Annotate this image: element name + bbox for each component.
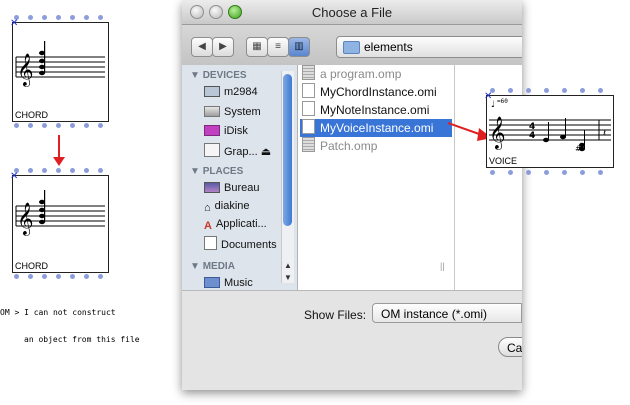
hard-disk-icon xyxy=(204,106,220,117)
svg-text:𝄽: 𝄽 xyxy=(603,128,606,139)
document-icon xyxy=(302,83,315,98)
chord-top-x-icon: ✕ xyxy=(10,18,19,29)
path-popup[interactable]: elements xyxy=(336,36,522,58)
sidebar-devices-header[interactable]: ▼ DEVICES xyxy=(190,70,247,81)
chord-bottom-inlets[interactable] xyxy=(14,168,109,174)
path-popup-label: elements xyxy=(364,40,413,54)
scroll-up-icon[interactable]: ▲ xyxy=(284,261,292,270)
voice-tempo: =60 xyxy=(497,98,508,105)
file-item-selected[interactable]: MyVoiceInstance.omi xyxy=(300,119,452,137)
home-icon: ⌂ xyxy=(204,202,211,214)
dialog-title: Choose a File xyxy=(311,5,393,20)
error-line-2: an object from this file xyxy=(24,335,140,344)
error-line-1: OM > I can not construct xyxy=(0,308,116,317)
sidebar-item-documents[interactable]: Documents xyxy=(204,236,277,251)
error-message: OM > I can not construct an object from … xyxy=(0,290,140,353)
sidebar-item-idisk[interactable]: iDisk xyxy=(204,125,248,137)
chord-bottom-staff: 𝄞 xyxy=(15,190,105,236)
show-files-select[interactable]: OM instance (*.omi) xyxy=(372,303,522,323)
chord-top-outlets[interactable] xyxy=(14,123,109,129)
show-files-label: Show Files: xyxy=(304,308,367,322)
icon-view-button[interactable]: ▦ xyxy=(246,37,268,57)
applications-icon: A xyxy=(204,220,212,232)
svg-text:𝄞: 𝄞 xyxy=(17,202,34,236)
svg-text:𝄞: 𝄞 xyxy=(489,116,506,150)
file-item[interactable]: MyChordInstance.omi xyxy=(300,83,452,101)
idisk-icon xyxy=(204,125,220,136)
cancel-button[interactable]: Ca xyxy=(498,337,522,357)
chord-bottom-outlets[interactable] xyxy=(14,274,109,280)
scroll-down-icon[interactable]: ▼ xyxy=(284,273,292,282)
computer-icon xyxy=(204,86,220,97)
desktop-icon xyxy=(204,182,220,193)
file-item[interactable]: MyNoteInstance.omi xyxy=(300,101,452,119)
sidebar-item-diakine[interactable]: ⌂ diakine xyxy=(204,200,250,214)
chord-box-bottom[interactable]: 𝄞 CHORD xyxy=(12,175,109,273)
patch-file-icon xyxy=(302,65,315,80)
sidebar-item-grap[interactable]: Grap... ⏏ xyxy=(204,143,271,158)
chord-top-staff: 𝄞 xyxy=(15,41,105,87)
voice-staff: ♩ 𝄞 4 4 # 𝄽 xyxy=(489,100,611,153)
svg-text:#: # xyxy=(575,144,582,153)
voice-box[interactable]: ♩ 𝄞 4 4 # 𝄽 =60 VOICE xyxy=(486,95,614,168)
sidebar-scrollbar[interactable]: ▲ ▼ xyxy=(281,71,294,283)
voice-outlets[interactable] xyxy=(490,170,615,176)
list-view-button[interactable]: ≡ xyxy=(267,37,289,57)
file-item[interactable]: Patch.omp xyxy=(300,137,452,155)
svg-text:𝄞: 𝄞 xyxy=(17,53,34,87)
file-list: a program.omp MyChordInstance.omi MyNote… xyxy=(298,65,455,290)
red-arrow-down-icon xyxy=(53,135,65,166)
document-icon xyxy=(302,101,315,116)
eject-icon[interactable]: ⏏ xyxy=(261,146,271,158)
sidebar-media-header[interactable]: ▼ MEDIA xyxy=(190,261,235,272)
choose-file-dialog: Choose a File ◀ ▶ ▦ ≡ ▥ elements ▼ DEVIC… xyxy=(182,0,522,390)
column-view-button[interactable]: ▥ xyxy=(288,37,310,57)
file-item[interactable]: a program.omp xyxy=(300,65,452,83)
dialog-titlebar[interactable]: Choose a File xyxy=(182,0,522,25)
chord-box-top[interactable]: 𝄞 CHORD xyxy=(12,22,109,122)
column-resize-handle[interactable]: || xyxy=(440,261,445,271)
voice-label: VOICE xyxy=(489,156,518,166)
sidebar: ▼ DEVICES m2984 System iDisk Grap... ⏏ ▼… xyxy=(182,65,298,290)
chord-bottom-x-icon: ✕ xyxy=(10,171,19,182)
music-icon xyxy=(204,277,220,288)
voice-inlets[interactable] xyxy=(490,88,615,94)
sidebar-places-header[interactable]: ▼ PLACES xyxy=(190,166,243,177)
voice-x-icon: ✕ xyxy=(484,91,493,102)
svg-text:4: 4 xyxy=(529,131,535,141)
chord-top-label: CHORD xyxy=(15,110,48,120)
document-icon xyxy=(302,119,315,134)
chord-top-inlets[interactable] xyxy=(14,15,109,21)
sidebar-item-music[interactable]: Music xyxy=(204,277,253,289)
sidebar-scroll-thumb[interactable] xyxy=(283,74,292,226)
sidebar-item-system[interactable]: System xyxy=(204,106,261,118)
patch-file-icon xyxy=(302,137,315,152)
forward-button[interactable]: ▶ xyxy=(212,37,234,57)
sidebar-item-applications[interactable]: A Applicati... xyxy=(204,218,267,232)
folder-icon xyxy=(343,41,360,54)
dialog-bottom-bar: Show Files: OM instance (*.omi) Ca xyxy=(182,290,522,390)
sidebar-item-m2984[interactable]: m2984 xyxy=(204,86,258,98)
documents-icon xyxy=(204,236,217,250)
sidebar-item-bureau[interactable]: Bureau xyxy=(204,182,259,194)
dialog-toolbar: ◀ ▶ ▦ ≡ ▥ elements xyxy=(182,25,522,65)
back-button[interactable]: ◀ xyxy=(191,37,213,57)
chord-bottom-label: CHORD xyxy=(15,261,48,271)
drive-icon xyxy=(204,143,220,157)
